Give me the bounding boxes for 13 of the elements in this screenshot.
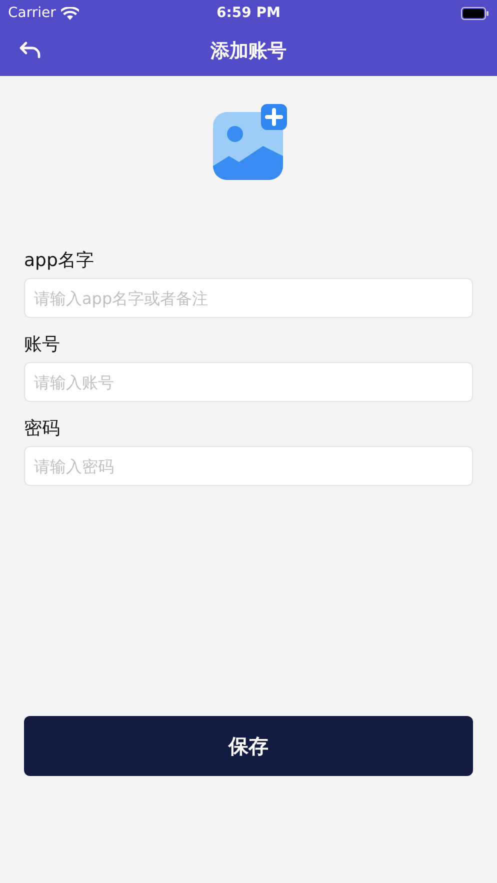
field-label: 密码	[24, 417, 61, 440]
carrier-name: Carrier	[8, 5, 56, 21]
field-label: app名字	[24, 249, 95, 272]
save-button[interactable]: 保存	[24, 716, 473, 776]
battery-icon	[460, 6, 489, 20]
input-field[interactable]: 请输入密码	[24, 446, 473, 486]
input-field[interactable]: 请输入账号	[24, 362, 473, 402]
page-title: 添加账号	[210, 39, 286, 64]
add-image-icon[interactable]	[210, 104, 286, 182]
clock-time: 6:59 PM	[216, 5, 280, 21]
wifi-icon	[60, 6, 79, 20]
input-field[interactable]: 请输入app名字或者备注	[24, 278, 473, 318]
field-label: 账号	[24, 333, 61, 356]
